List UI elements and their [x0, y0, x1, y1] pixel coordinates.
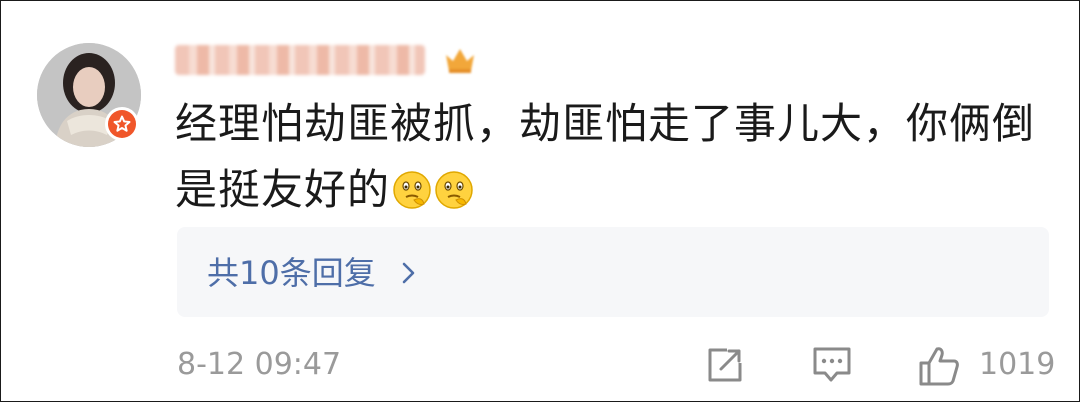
comment-icon [813, 347, 851, 382]
comment-text-block: 经理怕劫匪被抓，劫匪怕走了事儿大，你俩倒是挺友好的 [175, 91, 1035, 223]
like-button[interactable] [917, 345, 961, 391]
comment-text: 经理怕劫匪被抓，劫匪怕走了事儿大，你俩倒是挺友好的 [175, 99, 1036, 214]
blurred-username-text [175, 45, 425, 75]
share-button[interactable] [705, 345, 745, 389]
chevron-right-icon [402, 262, 415, 284]
timestamp: 8-12 09:47 [177, 347, 342, 382]
thinking-emoji-icon [434, 163, 474, 209]
comment-card: 经理怕劫匪被抓，劫匪怕走了事儿大，你俩倒是挺友好的 共10条回复 8-12 09… [0, 0, 1080, 402]
username-blurred[interactable] [175, 43, 477, 77]
thumbs-up-icon [919, 347, 959, 386]
verified-badge [105, 107, 139, 141]
crown-icon [443, 45, 477, 75]
view-replies-button[interactable]: 共10条回复 [177, 227, 1049, 317]
star-icon [108, 110, 136, 138]
thinking-emoji-icon [392, 163, 432, 209]
replies-label: 共10条回复 [207, 254, 376, 292]
like-count: 1019 [979, 347, 1056, 382]
comment-button[interactable] [811, 345, 853, 389]
share-icon [708, 348, 742, 382]
